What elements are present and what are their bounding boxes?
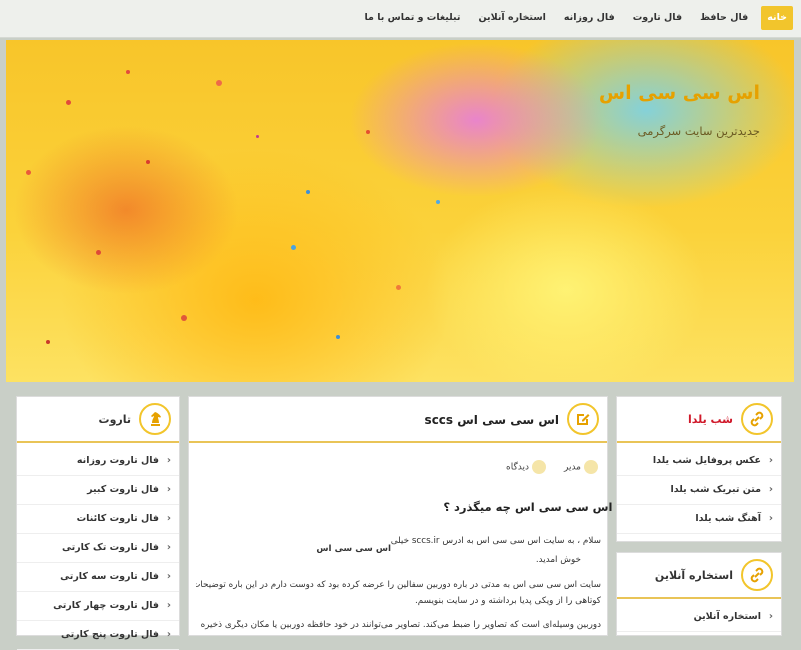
link-icon [741,559,773,591]
istikhara-widget-title: استخاره آنلاین [654,569,733,582]
chevron-left-icon: ‹ [768,484,773,495]
list-item[interactable]: ‹ استخاره آنلاین [617,603,781,632]
comment-icon [532,460,546,474]
post-header: اس سی سی اس sccs [189,397,607,443]
site-tagline: جدیدترین سایت سرگرمی [637,124,760,138]
post-heading: در اس سی سی اس چه میگذرد ؟ [443,500,629,514]
chess-knight-icon [139,403,171,435]
chevron-left-icon: ‹ [768,455,773,466]
chevron-left-icon: ‹ [166,484,171,495]
nav-item-tarot[interactable]: فال تاروت [624,6,691,30]
nav-item-home[interactable]: خانه [761,6,793,30]
istikhara-widget-header: استخاره آنلاین [617,553,781,599]
yalda-list: ‹ عکس پروفایل شب یلدا ‹ متن تبریک شب یلدا … [617,443,781,534]
chevron-left-icon: ‹ [166,571,171,582]
post-title[interactable]: اس سی سی اس sccs [425,413,559,427]
istikhara-widget: استخاره آنلاین ‹ استخاره آنلاین [616,552,782,636]
list-item[interactable]: ‹ فال تاروت کبیر [17,476,179,505]
istikhara-list: ‹ استخاره آنلاین [617,599,781,632]
tarot-widget-header: تاروت [17,397,179,443]
nav-item-daily[interactable]: فال روزانه [555,6,624,30]
list-item[interactable]: ‹ فال تاروت کائنات [17,505,179,534]
tarot-list: ‹ فال تاروت روزانه ‹ فال تاروت کبیر ‹ فال ت… [17,443,179,650]
nav-menu: خانه فال حافظ فال تاروت فال روزانه استخا… [355,6,793,30]
list-item[interactable]: ‹ آهنگ شب یلدا [617,505,781,534]
chevron-left-icon: ‹ [166,542,171,553]
yalda-widget-title: شب یلدا [687,413,733,426]
post-paragraph-line: خوش آمدید. [535,555,581,565]
tarot-widget: تاروت ‹ فال تاروت روزانه ‹ فال تاروت کبیر … [16,396,180,650]
list-item[interactable]: ‹ متن تبریک شب یلدا [617,476,781,505]
list-item[interactable]: ‹ فال تاروت سه کارتی [17,563,179,592]
chevron-left-icon: ‹ [166,600,171,611]
post-author[interactable]: مدیر [564,460,598,474]
chevron-left-icon: ‹ [768,513,773,524]
hero-banner: اس سی سی اس جدیدترین سایت سرگرمی [6,40,794,382]
nav-item-hafez[interactable]: فال حافظ [691,6,757,30]
list-item[interactable]: ‹ فال تاروت روزانه [17,447,179,476]
list-item[interactable]: ‹ عکس پروفایل شب یلدا [617,447,781,476]
post-paragraph-line: کوتاهی را از ویکی پدیا برداشته و در سایت… [414,596,601,606]
edit-icon [567,403,599,435]
chevron-left-icon: ‹ [166,513,171,524]
tarot-widget-title: تاروت [98,413,131,426]
user-icon [584,460,598,474]
post-paragraph-line: سلام ، به سایت اس سی سی اس به آدرس sccs.… [390,536,601,546]
top-nav: خانه فال حافظ فال تاروت فال روزانه استخا… [0,0,801,38]
list-item[interactable]: ‹ فال تاروت تک کارتی [17,534,179,563]
nav-item-contact[interactable]: تبلیغات و تماس با ما [355,6,469,30]
post-paragraph-line: سایت اس سی سی اس به مدتی در باره دوربین … [196,580,601,590]
chevron-left-icon: ‹ [166,455,171,466]
link-icon [741,403,773,435]
yalda-widget-header: شب یلدا [617,397,781,443]
chevron-left-icon: ‹ [166,629,171,640]
site-title[interactable]: اس سی سی اس [599,82,760,104]
chevron-left-icon: ‹ [768,611,773,622]
nav-item-istikhara[interactable]: استخاره آنلاین [469,6,554,30]
yalda-widget: شب یلدا ‹ عکس پروفایل شب یلدا ‹ متن تبریک … [616,396,782,542]
post-comments[interactable]: دیدگاه [506,460,546,474]
list-item[interactable]: ‹ فال تاروت چهار کارتی [17,592,179,621]
post-paragraph-line: دوربین وسیله‌ای است که تصاویر را ضبط می‌… [200,620,601,630]
post-paragraph-line: اس سی سی اس [316,544,391,554]
